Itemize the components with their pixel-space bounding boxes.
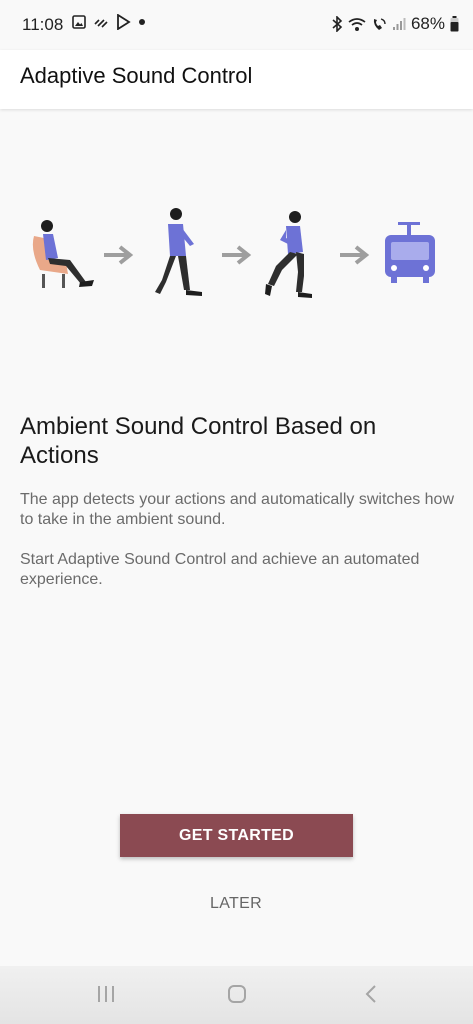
navigation-bar: [0, 966, 473, 1024]
back-icon[interactable]: [362, 984, 382, 1004]
page-title: Adaptive Sound Control: [20, 63, 253, 88]
notification-dot-icon: [139, 19, 145, 25]
running-person-icon: [265, 211, 312, 298]
sitting-person-icon: [32, 220, 94, 288]
gallery-icon: [72, 15, 86, 29]
train-icon: [385, 222, 435, 283]
status-bar: 11:08 68%: [0, 0, 473, 50]
later-button[interactable]: LATER: [186, 890, 286, 918]
walking-person-icon: [155, 208, 202, 296]
app-bar: Adaptive Sound Control: [0, 50, 473, 109]
play-store-icon: [117, 14, 131, 30]
home-icon[interactable]: [227, 984, 247, 1004]
arrow-right-icon: [104, 245, 134, 265]
bluetooth-icon: [332, 16, 343, 32]
signal-wave-icon: [94, 19, 108, 28]
wifi-call-icon: [373, 17, 386, 30]
battery-icon: [450, 16, 459, 32]
arrow-right-icon: [340, 245, 370, 265]
recents-icon[interactable]: [96, 984, 116, 1004]
description-paragraph: The app detects your actions and automat…: [20, 491, 455, 528]
arrow-right-icon: [222, 245, 252, 265]
cell-signal-icon: [392, 18, 406, 30]
feature-heading: Ambient Sound Control Based on Actions: [20, 413, 377, 469]
action-illustration: [32, 208, 435, 298]
battery-level: 68%: [410, 14, 445, 33]
status-time: 11:08: [22, 15, 64, 34]
wifi-icon: [348, 17, 366, 31]
description-paragraph: Start Adaptive Sound Control and achieve…: [20, 551, 420, 588]
get-started-button[interactable]: GET STARTED: [120, 814, 353, 857]
